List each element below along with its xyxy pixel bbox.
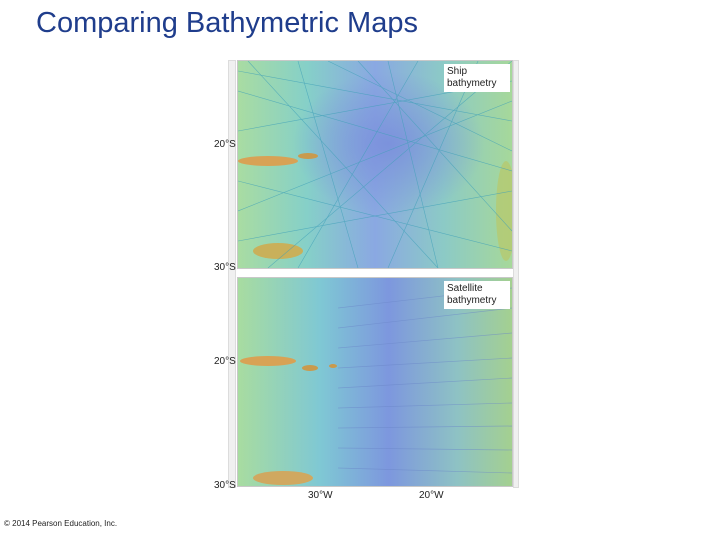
satellite-bathymetry-label: Satellite bathymetry: [444, 281, 510, 309]
island: [298, 153, 318, 159]
island: [329, 364, 337, 368]
slide-title: Comparing Bathymetric Maps: [36, 7, 418, 39]
island: [302, 365, 318, 371]
satellite-lon-20w-label: 20°W: [419, 490, 444, 501]
ship-bathymetry-map: Ship bathymetry: [237, 60, 513, 269]
island: [253, 243, 303, 259]
ship-lat-20s-label: 20°S: [214, 139, 236, 150]
satellite-bathymetry-image: [238, 278, 512, 486]
satellite-bathymetry-map: Satellite bathymetry: [237, 277, 513, 487]
satellite-label-line2: bathymetry: [447, 295, 497, 306]
satellite-lat-30s-label: 30°S: [214, 480, 236, 491]
ship-lat-30s-label: 30°S: [214, 262, 236, 273]
map-frame-left: [228, 60, 236, 488]
satellite-lat-20s-label: 20°S: [214, 356, 236, 367]
island-chain: [238, 156, 298, 166]
ship-bathymetry-label: Ship bathymetry: [444, 64, 510, 92]
satellite-label-line1: Satellite: [447, 283, 483, 294]
island-chain: [240, 356, 296, 366]
ship-bathymetry-image: [238, 61, 512, 268]
ship-label-line1: Ship: [447, 66, 468, 77]
island: [253, 471, 313, 485]
satellite-lon-30w-label: 30°W: [308, 490, 333, 501]
ship-label-line2: bathymetry: [447, 78, 497, 89]
map-frame-right: [513, 60, 519, 488]
copyright-notice: © 2014 Pearson Education, Inc.: [4, 519, 118, 528]
